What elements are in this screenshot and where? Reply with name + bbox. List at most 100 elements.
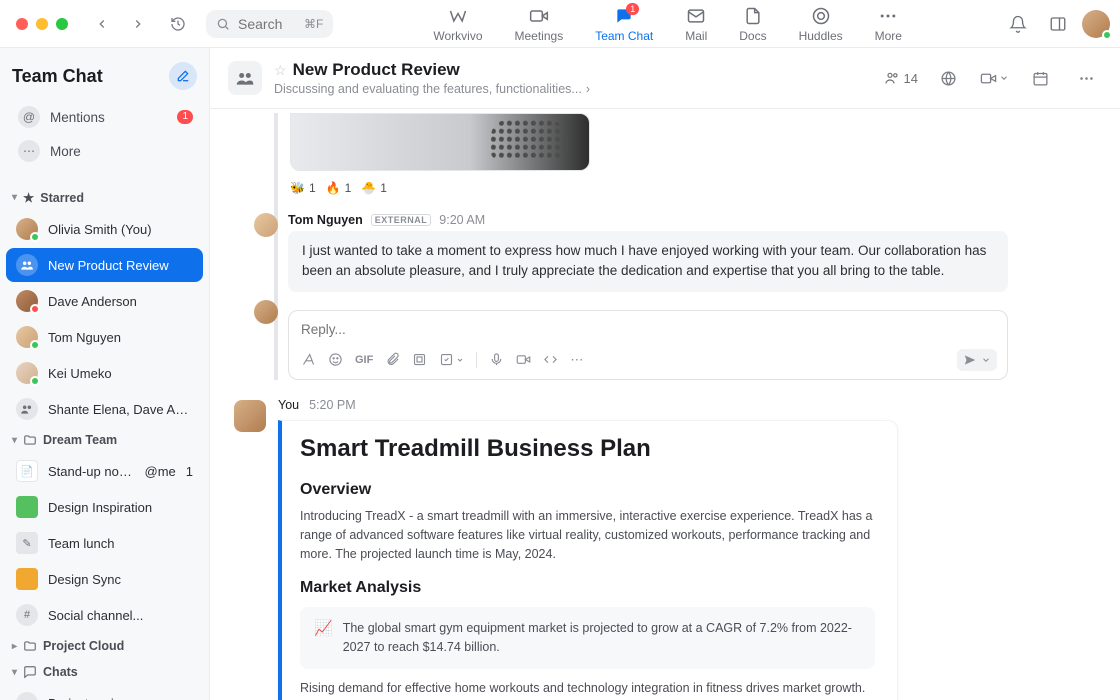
sidebar-item-label: Kei Umeko xyxy=(48,366,193,381)
sidebar-item-new-product-review[interactable]: New Product Review xyxy=(6,248,203,282)
sidebar-item-standup[interactable]: 📄 Stand-up notes @me 1 xyxy=(6,454,203,488)
star-icon: ★ xyxy=(23,190,34,205)
doc-title: Smart Treadmill Business Plan xyxy=(300,435,875,463)
code-icon[interactable] xyxy=(543,352,558,367)
screenshot-icon[interactable] xyxy=(412,352,427,367)
history-icon[interactable] xyxy=(162,8,194,40)
record-icon[interactable] xyxy=(516,352,531,367)
section-dream-team[interactable]: ▾ Dream Team xyxy=(0,427,209,453)
close-window[interactable] xyxy=(16,18,28,30)
folder-icon xyxy=(23,433,37,447)
panel-toggle-icon[interactable] xyxy=(1042,8,1074,40)
video-call-button[interactable] xyxy=(978,62,1010,94)
main: ☆ New Product Review Discussing and eval… xyxy=(210,48,1120,700)
avatar[interactable] xyxy=(234,400,266,432)
channel-icon[interactable] xyxy=(228,61,262,95)
link-icon[interactable] xyxy=(439,352,464,367)
tab-meetings[interactable]: Meetings xyxy=(511,3,568,45)
section-chats[interactable]: ▾ Chats xyxy=(0,659,209,685)
format-icon[interactable] xyxy=(301,352,316,367)
sidebar-item-design-sync[interactable]: Design Sync xyxy=(6,562,203,596)
chat-icon xyxy=(23,665,37,679)
section-project-cloud[interactable]: ▸ Project Cloud xyxy=(0,633,209,659)
sidebar-item-label: Social channel... xyxy=(48,608,193,623)
sidebar-item-design-inspiration[interactable]: Design Inspiration xyxy=(6,490,203,524)
sidebar-item-team-lunch[interactable]: ✎ Team lunch xyxy=(6,526,203,560)
search-input[interactable] xyxy=(238,16,296,32)
avatar xyxy=(16,326,38,348)
topbar: ⌘F Workvivo Meetings 1 Team Chat Mail xyxy=(0,0,1120,48)
more-icon: ⋯ xyxy=(18,140,40,162)
search-box[interactable]: ⌘F xyxy=(206,10,333,38)
reply-composer[interactable]: GIF ⋯ xyxy=(288,310,1008,380)
document-card[interactable]: Smart Treadmill Business Plan Overview I… xyxy=(278,420,898,700)
globe-icon[interactable] xyxy=(932,62,964,94)
tab-more[interactable]: More xyxy=(871,3,906,45)
sidebar-item-tom[interactable]: Tom Nguyen xyxy=(6,320,203,354)
members-number: 14 xyxy=(904,71,918,86)
doc-icon xyxy=(16,496,38,518)
maximize-window[interactable] xyxy=(56,18,68,30)
tab-team-chat[interactable]: 1 Team Chat xyxy=(591,3,657,45)
avatar xyxy=(16,290,38,312)
members-count[interactable]: 14 xyxy=(884,70,918,86)
notifications-icon[interactable] xyxy=(1002,8,1034,40)
sidebar-item-brainstorming[interactable]: Brainstorming xyxy=(6,686,203,700)
emoji-icon[interactable] xyxy=(328,352,343,367)
more-icon xyxy=(877,5,899,27)
calendar-icon[interactable] xyxy=(1024,62,1056,94)
sidebar-item-kei[interactable]: Kei Umeko xyxy=(6,356,203,390)
tab-label: Meetings xyxy=(515,29,564,43)
sidebar-item-label: Design Inspiration xyxy=(48,500,193,515)
tab-workvivo[interactable]: Workvivo xyxy=(429,3,486,45)
tab-huddles[interactable]: Huddles xyxy=(795,3,847,45)
image-attachment[interactable] xyxy=(290,113,590,171)
sidebar-item-dave[interactable]: Dave Anderson xyxy=(6,284,203,318)
nav-forward[interactable] xyxy=(122,8,154,40)
message: Tom Nguyen EXTERNAL 9:20 AM I just wante… xyxy=(290,213,1100,292)
avatar[interactable] xyxy=(254,213,278,237)
at-icon: @ xyxy=(18,106,40,128)
message-list: 🐝1 🔥1 🐣1 Tom Nguyen EXTERNAL 9:20 AM xyxy=(210,109,1120,700)
author-name: Tom Nguyen xyxy=(288,213,363,227)
sidebar-item-mentions[interactable]: @ Mentions 1 xyxy=(6,100,203,134)
message: You 5:20 PM Smart Treadmill Business Pla… xyxy=(210,380,1120,700)
more-icon[interactable] xyxy=(1070,62,1102,94)
reaction[interactable]: 🔥1 xyxy=(326,181,352,195)
sidebar-item-more[interactable]: ⋯ More xyxy=(6,134,203,168)
send-button[interactable] xyxy=(957,349,997,371)
section-starred[interactable]: ▾ ★ Starred xyxy=(0,184,209,211)
minimize-window[interactable] xyxy=(36,18,48,30)
tab-label: Huddles xyxy=(799,29,843,43)
sidebar-item-label: More xyxy=(50,144,81,159)
reaction[interactable]: 🐝1 xyxy=(290,181,316,195)
video-icon xyxy=(528,5,550,27)
sidebar-item-social-channel[interactable]: # Social channel... xyxy=(6,598,203,632)
reaction[interactable]: 🐣1 xyxy=(361,181,387,195)
gif-button[interactable]: GIF xyxy=(355,354,373,366)
tab-label: Team Chat xyxy=(595,29,653,43)
sidebar-item-label: Stand-up notes xyxy=(48,464,135,479)
tab-docs[interactable]: Docs xyxy=(735,3,770,45)
profile-avatar[interactable] xyxy=(1082,10,1110,38)
reply-input[interactable] xyxy=(301,322,995,337)
search-shortcut: ⌘F xyxy=(304,17,323,31)
author-name: You xyxy=(278,398,299,412)
star-icon[interactable]: ☆ xyxy=(274,62,287,79)
message-time: 9:20 AM xyxy=(439,213,485,227)
more-icon[interactable]: ⋯ xyxy=(570,352,583,368)
unread-badge: 1 xyxy=(177,110,193,124)
doc-paragraph: Rising demand for effective home workout… xyxy=(300,679,875,700)
channel-description[interactable]: Discussing and evaluating the features, … xyxy=(274,82,872,96)
sidebar-item-group-chat[interactable]: Shante Elena, Dave Anderson... xyxy=(6,392,203,426)
reactions-bar: 🐝1 🔥1 🐣1 xyxy=(290,179,1100,205)
mic-icon[interactable] xyxy=(489,352,504,367)
nav-back[interactable] xyxy=(86,8,118,40)
sidebar-item-olivia[interactable]: Olivia Smith (You) xyxy=(6,212,203,246)
doc-icon xyxy=(16,568,38,590)
attach-icon[interactable] xyxy=(385,352,400,367)
compose-button[interactable] xyxy=(169,62,197,90)
search-icon xyxy=(216,17,230,31)
sidebar-title: Team Chat xyxy=(12,66,103,87)
tab-mail[interactable]: Mail xyxy=(681,3,711,45)
